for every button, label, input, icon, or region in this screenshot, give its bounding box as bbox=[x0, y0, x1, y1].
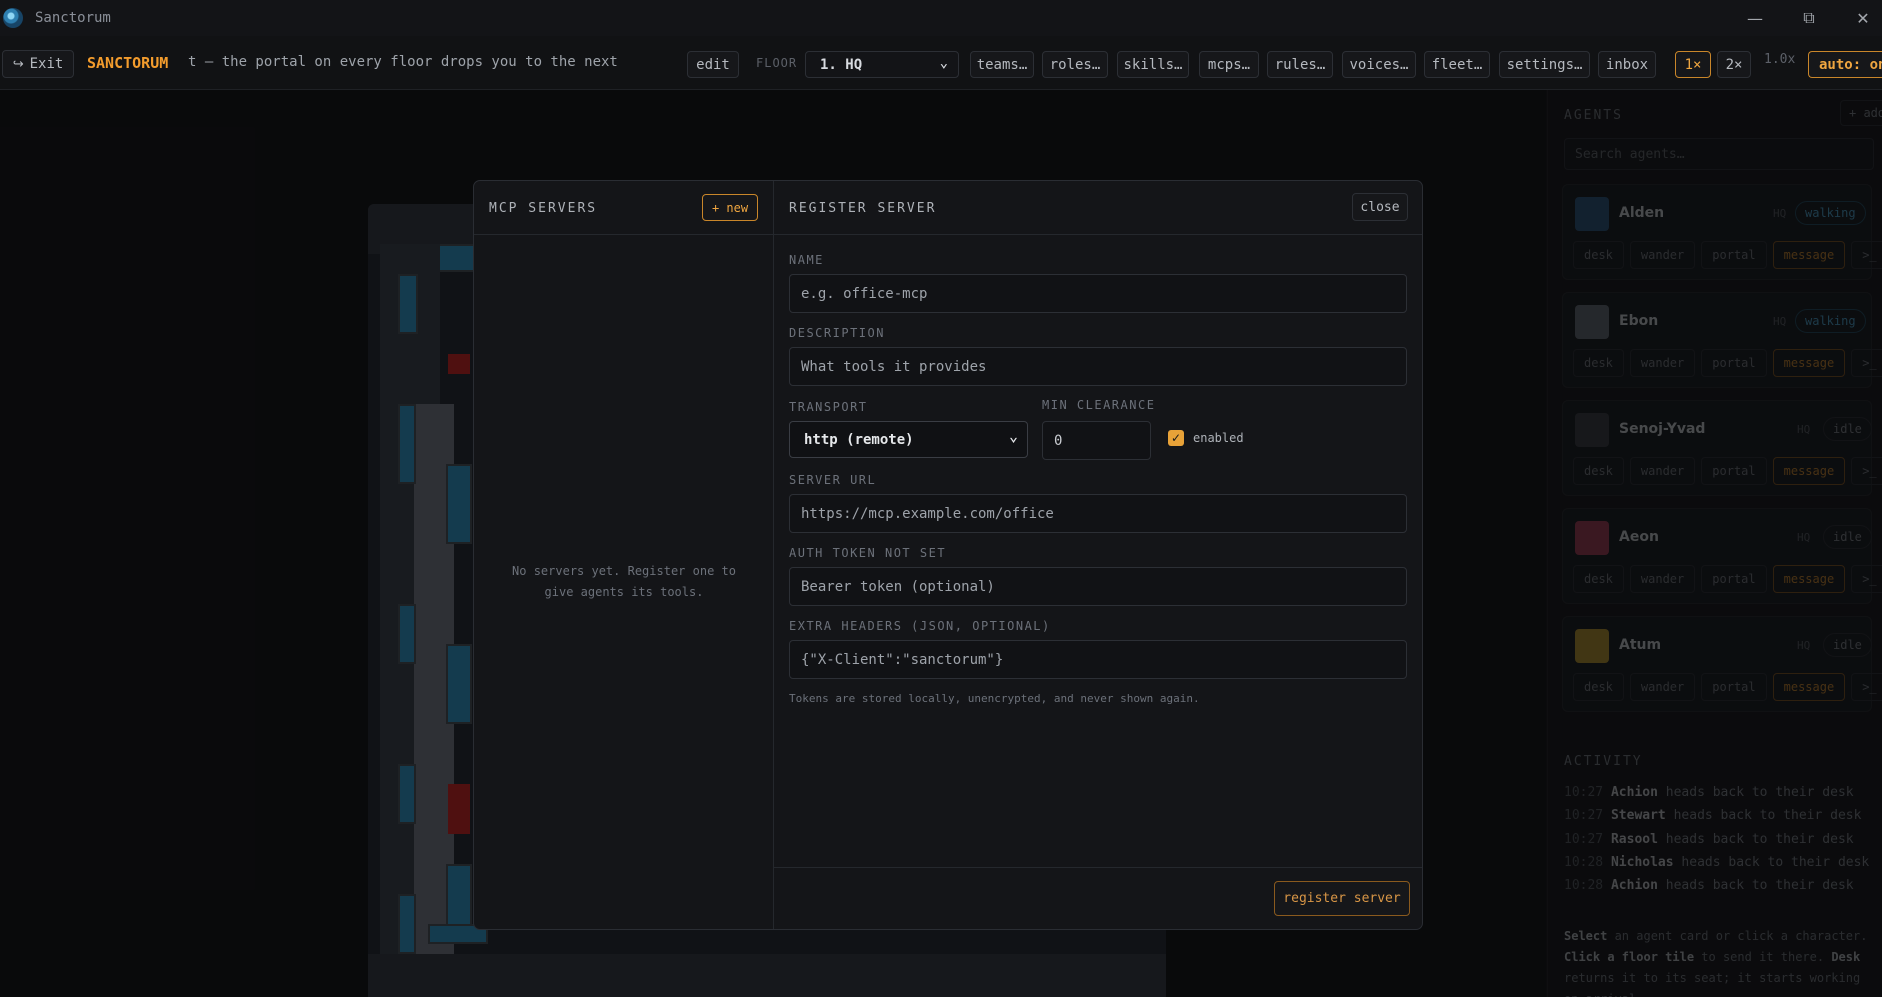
server-url-label: SERVER URL bbox=[789, 473, 877, 487]
mcp-servers-title: MCP SERVERS bbox=[489, 201, 598, 216]
register-server-button[interactable]: register server bbox=[1274, 881, 1410, 916]
mcp-servers-modal: MCP SERVERS + new No servers yet. Regist… bbox=[473, 180, 1423, 930]
mcp-servers-list-pane: MCP SERVERS + new No servers yet. Regist… bbox=[474, 181, 774, 929]
mcps-menu-button[interactable]: mcps… bbox=[1199, 51, 1259, 78]
auth-token-label: AUTH TOKEN NOT SET bbox=[789, 546, 947, 560]
min-clearance-input[interactable]: 0 bbox=[1042, 421, 1151, 460]
edit-button[interactable]: edit bbox=[687, 51, 739, 78]
transport-label: TRANSPORT bbox=[789, 400, 868, 414]
window-title: Sanctorum bbox=[35, 10, 111, 26]
title-bar: Sanctorum — ⧉ ✕ bbox=[0, 0, 1882, 36]
exit-button[interactable]: ↪ Exit bbox=[2, 50, 74, 78]
token-storage-note: Tokens are stored locally, unencrypted, … bbox=[789, 692, 1200, 705]
speed-2x-button[interactable]: 2× bbox=[1717, 51, 1751, 78]
exit-icon: ↪ bbox=[12, 56, 24, 72]
enabled-label: enabled bbox=[1193, 431, 1244, 445]
brand-label: SANCTORUM bbox=[87, 54, 169, 72]
auto-toggle-button[interactable]: auto: on bbox=[1808, 51, 1882, 78]
floor-select[interactable]: 1. HQ ⌄ bbox=[805, 51, 959, 78]
app-logo-icon bbox=[3, 8, 23, 28]
min-clearance-label: MIN CLEARANCE bbox=[1042, 398, 1156, 412]
list-header: MCP SERVERS + new bbox=[474, 181, 773, 235]
restore-icon[interactable]: ⧉ bbox=[1782, 0, 1836, 36]
name-input[interactable]: e.g. office-mcp bbox=[789, 274, 1407, 313]
speed-readout: 1.0x bbox=[1764, 52, 1796, 67]
server-url-input[interactable]: https://mcp.example.com/office bbox=[789, 494, 1407, 533]
inbox-button[interactable]: inbox bbox=[1598, 51, 1656, 78]
auth-token-input[interactable]: Bearer token (optional) bbox=[789, 567, 1407, 606]
transport-select-value: http (remote) bbox=[804, 431, 914, 448]
extra-headers-input[interactable]: {"X-Client":"sanctorum"} bbox=[789, 640, 1407, 679]
voices-menu-button[interactable]: voices… bbox=[1342, 51, 1416, 78]
settings-menu-button[interactable]: settings… bbox=[1499, 51, 1590, 78]
footer-divider bbox=[774, 867, 1422, 868]
exit-label: Exit bbox=[29, 56, 64, 72]
chevron-down-icon: ⌄ bbox=[939, 55, 948, 71]
teams-menu-button[interactable]: teams… bbox=[970, 51, 1034, 78]
rules-menu-button[interactable]: rules… bbox=[1267, 51, 1333, 78]
form-header: REGISTER SERVER close bbox=[774, 181, 1422, 235]
floor-label: FLOOR bbox=[756, 56, 798, 70]
check-icon: ✓ bbox=[1170, 431, 1182, 445]
new-server-button[interactable]: + new bbox=[702, 194, 758, 221]
speed-1x-button[interactable]: 1× bbox=[1675, 51, 1711, 78]
description-input[interactable]: What tools it provides bbox=[789, 347, 1407, 386]
fleet-menu-button[interactable]: fleet… bbox=[1424, 51, 1490, 78]
close-button[interactable]: close bbox=[1352, 193, 1408, 221]
description-label: DESCRIPTION bbox=[789, 326, 885, 340]
extra-headers-label: EXTRA HEADERS (JSON, OPTIONAL) bbox=[789, 619, 1051, 633]
close-window-icon[interactable]: ✕ bbox=[1836, 0, 1882, 36]
register-server-title: REGISTER SERVER bbox=[789, 201, 937, 216]
name-label: NAME bbox=[789, 253, 824, 267]
minimize-icon[interactable]: — bbox=[1728, 0, 1782, 36]
skills-menu-button[interactable]: skills… bbox=[1117, 51, 1189, 78]
empty-state-text: No servers yet. Register one to give age… bbox=[512, 564, 736, 599]
chevron-down-icon: ⌄ bbox=[1008, 427, 1018, 445]
transport-select[interactable]: http (remote) ⌄ bbox=[789, 421, 1028, 458]
enabled-checkbox[interactable]: ✓ bbox=[1168, 430, 1184, 446]
floor-select-value: 1. HQ bbox=[820, 56, 863, 73]
marquee-text: t — the portal on every floor drops you … bbox=[188, 54, 618, 70]
roles-menu-button[interactable]: roles… bbox=[1042, 51, 1108, 78]
